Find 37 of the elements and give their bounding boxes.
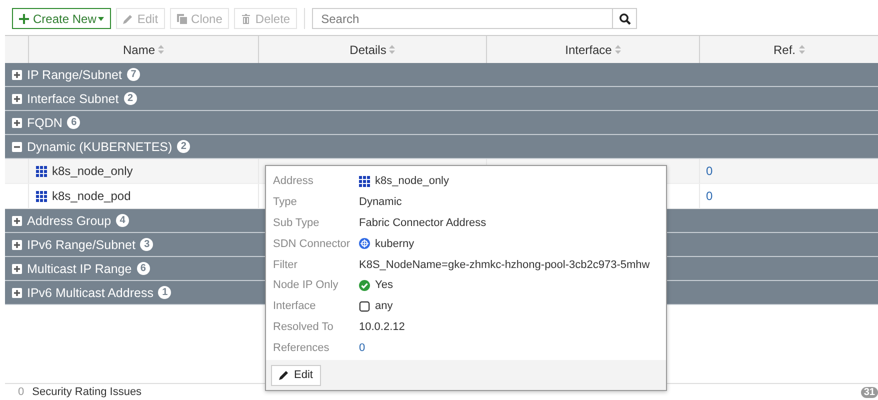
address-name: k8s_node_pod [52,189,131,203]
field-value: any [375,300,393,312]
field-value: kuberny [375,238,414,250]
field-label: Filter [273,258,298,271]
group-label: Address Group [27,214,112,228]
field-value: 10.0.2.12 [359,320,405,333]
group-label: Multicast IP Range [27,262,132,276]
total-badge: 31 [860,386,878,398]
count-badge: 7 [126,68,140,81]
field-value: k8s_node_only [375,175,450,188]
field-label: Address [273,175,314,188]
field-label: Type [273,196,298,208]
field-label: Node IP Only [273,279,340,292]
count-badge: 3 [140,238,154,251]
field-label: References [273,342,330,354]
address-name: k8s_node_only [52,164,133,178]
field-label: SDN Connector [273,238,352,250]
group-label: IP Range/Subnet [27,68,122,82]
count-badge: 6 [67,116,80,129]
count-badge: 2 [177,140,190,153]
count-badge: 2 [124,92,137,105]
issue-count: 0 [18,386,24,398]
field-label: Sub Type [273,216,320,229]
count-badge: 1 [158,286,172,299]
group-label: IPv6 Range/Subnet [27,238,136,252]
field-label: Interface [273,300,317,312]
field-value: Fabric Connector Address [359,216,486,229]
field-value: Yes [375,279,393,292]
field-value: Dynamic [359,196,402,208]
group-label: IPv6 Multicast Address [27,286,154,300]
field-label: Resolved To [273,320,334,333]
count-badge: 6 [136,262,150,275]
group-label: FQDN [27,116,62,130]
group-label: Interface Subnet [27,92,119,106]
count-badge: 4 [116,214,130,227]
field-value: K8S_NodeName=gke-zhmkc-hzhong-pool-3cb2c973-5mhw [359,258,650,271]
group-label: Dynamic (KUBERNETES) [27,140,172,154]
